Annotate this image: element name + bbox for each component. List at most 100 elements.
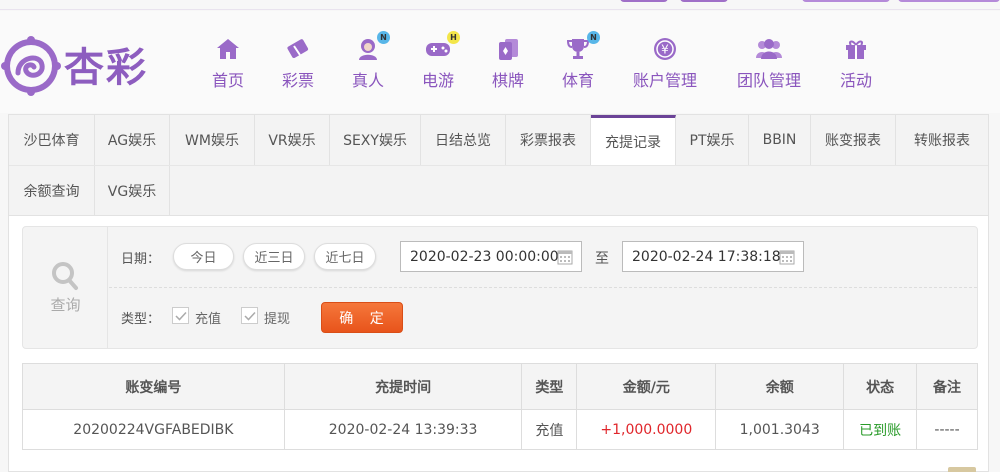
live-dealer-icon: N <box>354 31 390 63</box>
table-header-row: 账变编号 充提时间 类型 金额/元 余额 状态 备注 <box>22 363 978 410</box>
check-icon <box>174 311 187 321</box>
top-strip-tab[interactable] <box>898 0 1000 2</box>
query-button[interactable]: 查询 <box>23 227 108 348</box>
range-today-button[interactable]: 今日 <box>173 243 234 270</box>
col-header: 金额/元 <box>576 363 717 410</box>
tab-label: 转账报表 <box>914 133 970 149</box>
tab-balance-query[interactable]: 余额查询 <box>9 166 95 216</box>
cell-balance: 1,001.3043 <box>715 409 845 450</box>
tab-label: BBIN <box>762 132 797 148</box>
cards-icon <box>494 35 522 63</box>
filter-box: 查询 日期： 今日 近三日 近七日 2020-02-23 00:00:00 至 … <box>22 226 978 349</box>
range-3days-button[interactable]: 近三日 <box>243 243 305 270</box>
withdraw-label: 提现 <box>264 312 291 327</box>
confirm-button[interactable]: 确 定 <box>321 302 403 333</box>
report-tabs: 沙巴体育 AG娱乐 WM娱乐 VR娱乐 SEXY娱乐 日结总览 彩票报表 充提记… <box>8 114 989 216</box>
top-strip-tab[interactable] <box>620 0 668 2</box>
calendar-icon[interactable] <box>779 249 795 265</box>
tab-account-change[interactable]: 账变报表 <box>811 115 896 165</box>
nav-item-account[interactable]: ¥ 账户管理 <box>631 35 699 91</box>
team-icon <box>755 35 783 63</box>
to-label: 至 <box>595 251 609 267</box>
top-strip-tab[interactable] <box>802 0 890 2</box>
deposit-checkbox[interactable] <box>172 307 189 324</box>
search-icon <box>52 262 78 290</box>
calendar-icon[interactable] <box>557 249 573 265</box>
check-icon <box>243 311 256 321</box>
nav-item-egames[interactable]: H 电游 <box>421 31 460 91</box>
nav-item-live[interactable]: N 真人 <box>351 31 390 91</box>
tab-transfer-report[interactable]: 转账报表 <box>896 115 988 165</box>
tab-label: WM娱乐 <box>185 133 239 149</box>
cell-status: 已到账 <box>843 409 918 450</box>
tab-lottery-report[interactable]: 彩票报表 <box>506 115 591 165</box>
nav-item-sports[interactable]: N 体育 <box>561 31 600 91</box>
nav-label: 团队管理 <box>736 71 801 90</box>
content-panel: 查询 日期： 今日 近三日 近七日 2020-02-23 00:00:00 至 … <box>8 216 989 472</box>
type-label: 类型： <box>121 312 161 327</box>
tab-label: AG娱乐 <box>107 133 157 149</box>
cell-transaction-id: 20200224VGFABEDIBK <box>22 409 285 450</box>
tab-ag[interactable]: AG娱乐 <box>95 115 170 165</box>
logo-emblem-icon <box>1 36 61 96</box>
col-header: 类型 <box>521 363 578 410</box>
nav-label: 真人 <box>351 71 384 90</box>
site-logo[interactable]: 杏彩 <box>0 35 160 105</box>
nav-item-lottery[interactable]: 彩票 <box>281 35 315 91</box>
end-date-input[interactable]: 2020-02-24 17:38:18 <box>622 241 804 272</box>
tab-label: 余额查询 <box>23 184 80 200</box>
tab-pt[interactable]: PT娱乐 <box>676 115 749 165</box>
tab-deposit-withdraw[interactable]: 充提记录 <box>591 115 676 165</box>
gift-icon <box>842 35 870 63</box>
range-label: 今日 <box>190 251 217 266</box>
tab-label: VR娱乐 <box>268 133 316 149</box>
top-strip-tab[interactable] <box>680 0 728 2</box>
nav-label: 体育 <box>561 71 594 90</box>
yen-coin-icon: ¥ <box>651 35 679 63</box>
tab-bbin[interactable]: BBIN <box>749 115 811 165</box>
corner-tab[interactable] <box>948 467 976 472</box>
trophy-icon: N <box>564 31 600 63</box>
tab-sexy[interactable]: SEXY娱乐 <box>330 115 421 165</box>
records-table: 账变编号 充提时间 类型 金额/元 余额 状态 备注 20200224VGFAB… <box>22 363 978 450</box>
range-7days-button[interactable]: 近七日 <box>314 243 376 270</box>
tab-label: 账变报表 <box>825 133 881 149</box>
cell-amount: +1,000.0000 <box>576 409 717 450</box>
start-date-input[interactable]: 2020-02-23 00:00:00 <box>400 241 582 272</box>
date-label: 日期： <box>121 252 161 267</box>
hot-badge: H <box>447 31 460 44</box>
withdraw-checkbox[interactable] <box>241 307 258 324</box>
tab-daily-overview[interactable]: 日结总览 <box>421 115 506 165</box>
tab-label: SEXY娱乐 <box>343 133 407 149</box>
cell-type: 充值 <box>521 409 578 450</box>
new-badge: N <box>587 31 600 44</box>
nav-label: 首页 <box>211 71 244 90</box>
svg-text:¥: ¥ <box>661 43 669 57</box>
col-header: 余额 <box>715 363 845 410</box>
nav-item-cards[interactable]: 棋牌 <box>491 35 525 91</box>
top-strip <box>0 0 1000 10</box>
tab-saba-sports[interactable]: 沙巴体育 <box>9 115 95 165</box>
nav-item-team[interactable]: 团队管理 <box>735 35 803 91</box>
tab-vg[interactable]: VG娱乐 <box>95 166 170 216</box>
nav-label: 彩票 <box>281 71 314 90</box>
cell-time: 2020-02-24 13:39:33 <box>283 409 523 450</box>
home-icon <box>214 35 242 63</box>
tab-vr[interactable]: VR娱乐 <box>255 115 330 165</box>
col-header: 账变编号 <box>22 363 285 410</box>
tab-label: 彩票报表 <box>520 133 576 149</box>
nav-item-promotions[interactable]: 活动 <box>839 35 873 91</box>
tab-label: VG娱乐 <box>107 184 157 200</box>
tab-label: 沙巴体育 <box>23 133 80 149</box>
filter-divider <box>109 287 977 288</box>
range-label: 近三日 <box>254 251 294 266</box>
query-label: 查询 <box>50 296 81 314</box>
nav-label: 账户管理 <box>632 71 697 90</box>
col-header: 状态 <box>843 363 918 410</box>
deposit-label: 充值 <box>195 312 222 327</box>
start-date-value: 2020-02-23 00:00:00 <box>410 248 559 265</box>
tab-wm[interactable]: WM娱乐 <box>170 115 255 165</box>
gamepad-icon: H <box>424 31 460 63</box>
new-badge: N <box>377 31 390 44</box>
nav-item-home[interactable]: 首页 <box>211 35 245 91</box>
